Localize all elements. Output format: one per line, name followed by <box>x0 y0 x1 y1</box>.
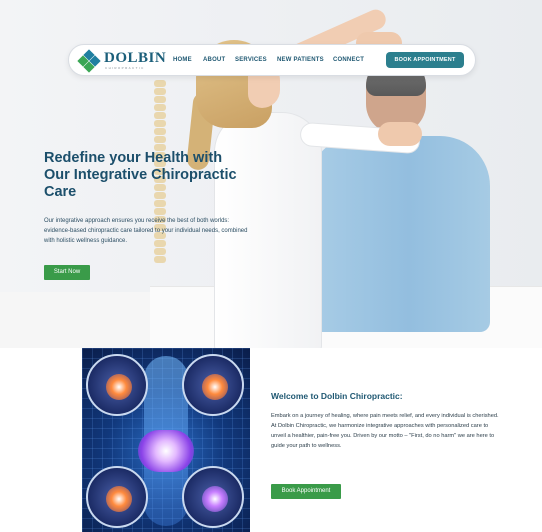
wrist-joint-circle <box>86 354 148 416</box>
welcome-title: Welcome to Dolbin Chiropractic: <box>271 391 403 401</box>
practitioner-hand-lower <box>378 122 422 146</box>
nav-connect[interactable]: CONNECT <box>333 57 364 63</box>
patient-image <box>308 136 490 332</box>
nav-new-patients[interactable]: NEW PATIENTS <box>277 57 324 63</box>
hero-title: Redefine your Health with Our Integrativ… <box>44 150 237 200</box>
book-appointment-nav-button[interactable]: BOOK APPOINTMENT <box>386 52 464 68</box>
start-now-button[interactable]: Start Now <box>44 265 90 280</box>
shoulder-joint-circle <box>182 354 244 416</box>
nav-home[interactable]: HOME <box>173 57 192 63</box>
logo-text[interactable]: DOLBIN <box>104 50 166 67</box>
art-pelvis-glow <box>138 430 194 472</box>
logo-icon[interactable] <box>77 49 101 73</box>
nav-services[interactable]: SERVICES <box>235 57 267 63</box>
navbar: DOLBIN CHIROPRACTIC HOME ABOUT SERVICES … <box>68 44 476 76</box>
book-appointment-button[interactable]: Book Appointment <box>271 484 341 499</box>
ankle-joint-circle <box>86 466 148 528</box>
hero-description: Our integrative approach ensures you rec… <box>44 218 248 244</box>
nav-about[interactable]: ABOUT <box>203 57 225 63</box>
knee-joint-circle <box>182 466 244 528</box>
welcome-text: Embark on a journey of healing, where pa… <box>271 413 499 449</box>
joint-pain-illustration <box>82 348 250 532</box>
logo-tagline: CHIROPRACTIC <box>105 66 145 70</box>
